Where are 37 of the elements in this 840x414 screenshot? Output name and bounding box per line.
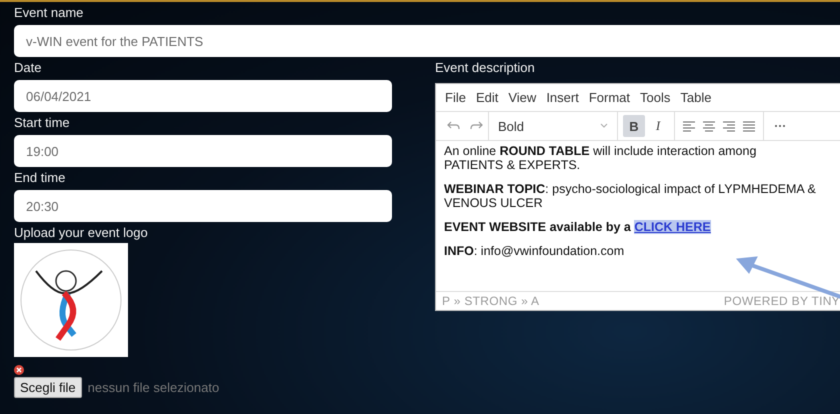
click-here-link[interactable]: CLICK HERE	[634, 220, 711, 234]
field-label: Upload your event logo	[14, 224, 149, 241]
field-label: Event name	[14, 4, 84, 21]
description-paragraph: INFO: info@vwinfoundation.com	[444, 244, 626, 258]
text-field[interactable]: 19:00	[14, 135, 392, 167]
text-field[interactable]: 20:30	[14, 190, 392, 222]
menu-item[interactable]: Tools	[640, 90, 670, 105]
description-paragraph: WEBINAR TOPIC: psycho-sociological impact of LYPMHEDEMA & VENOUS ULCER	[444, 182, 817, 210]
field-label: End time	[14, 169, 66, 186]
powered-by-text: POWERED BY TINY	[724, 294, 840, 308]
choose-file-button[interactable]: Scegli file	[14, 377, 82, 398]
caret-icon	[600, 123, 608, 129]
event-name-field[interactable]: v-WIN event for the PATIENTS	[14, 25, 840, 57]
remove-icon[interactable]	[14, 365, 24, 375]
align-icon[interactable]	[740, 120, 758, 132]
text-field[interactable]: 06/04/2021	[14, 80, 392, 112]
menu-item[interactable]: Table	[680, 90, 712, 105]
align-icon[interactable]	[720, 120, 738, 132]
italic-tool[interactable]: I	[647, 115, 669, 137]
block-format-select[interactable]: Bold	[494, 118, 612, 134]
element-path: P » STRONG » A	[442, 294, 540, 308]
align-icon[interactable]	[680, 120, 698, 132]
undo-icon[interactable]	[447, 120, 461, 132]
description-paragraph: An online ROUND TABLE will include interaction among PATIENTS & EXPERTS.	[444, 144, 758, 172]
field-label: Date	[14, 59, 42, 76]
menu-item[interactable]: Format	[588, 90, 630, 105]
strong-format-toggle[interactable]: B	[623, 115, 645, 137]
field-label: Start time	[14, 114, 71, 131]
menu-item[interactable]: Edit	[476, 90, 498, 105]
field-label: Event description	[435, 59, 536, 76]
menu-item[interactable]: Insert	[546, 90, 579, 105]
file-status: nessun file selezionato	[88, 380, 220, 395]
menu-item[interactable]: View	[508, 90, 536, 105]
description-paragraph: EVENT WEBSITE available by a CLICK HERE	[444, 220, 712, 234]
align-icon[interactable]	[700, 120, 718, 132]
redo-icon[interactable]	[469, 120, 483, 132]
menu-item[interactable]: File	[445, 90, 466, 105]
